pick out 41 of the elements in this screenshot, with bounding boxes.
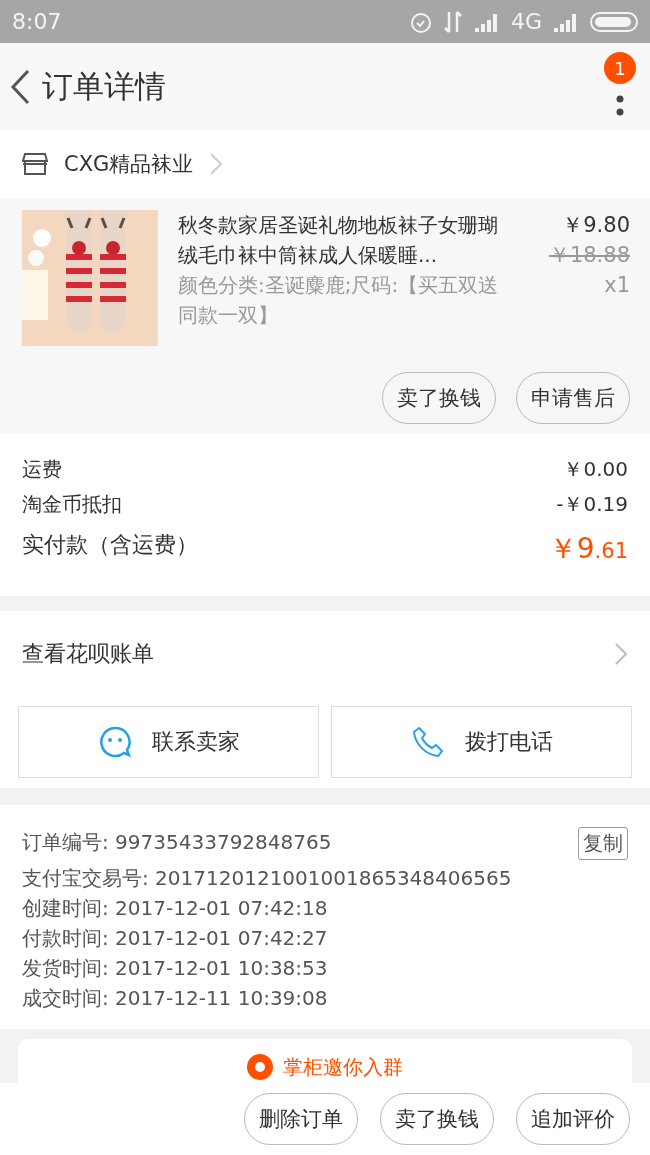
order-info-line: 订单编号: 99735433792848765 [22,829,332,856]
product-price: ￥9.80 [561,212,630,239]
order-info-line: 创建时间: 2017-12-01 07:42:18 [22,895,329,922]
fee-value: -￥0.19 [556,491,628,518]
shop-name[interactable]: CXG精品袜业 [64,150,194,178]
network-type: 4G [510,9,542,34]
action-button[interactable]: 申请售后 [516,372,630,424]
action-button[interactable]: 卖了换钱 [380,1093,494,1145]
total-amount: ￥9.61 [548,531,628,567]
action-button[interactable]: 卖了换钱 [382,372,496,424]
order-info-line: 成交时间: 2017-12-11 10:39:08 [22,985,329,1012]
quantity: x1 [603,272,630,299]
order-info-line: 支付宝交易号: 2017120121001001865348406565 [22,865,513,892]
product-title[interactable]: 秋冬款家居圣诞礼物地板袜子女珊瑚绒毛巾袜中筒袜成人保暖睡... [178,210,510,270]
clock-time: 8:07 [12,9,62,34]
battery-icon [590,11,638,32]
contact-button[interactable]: 联系卖家 [18,706,319,778]
chevron-right-icon [614,641,628,666]
page-title: 订单详情 [42,66,167,106]
fee-value: ￥0.00 [563,456,628,483]
original-price: ￥18.88 [547,242,630,269]
fee-label: 实付款（含运费） [22,531,198,559]
order-info-line: 付款时间: 2017-12-01 07:42:27 [22,925,329,952]
chevron-right-icon [209,152,224,176]
copy-button[interactable]: 复制 [578,827,628,860]
phone-icon [410,725,445,759]
action-button[interactable]: 追加评价 [516,1093,630,1145]
data-arrows-icon [442,9,463,34]
more-icon[interactable] [616,94,624,117]
fee-label: 运费 [22,456,62,483]
product-variant: 颜色分类:圣诞麋鹿;尺码:【买五双送同款一双】 [178,272,500,329]
huabei-link[interactable]: 查看花呗账单 [22,638,154,669]
back-icon[interactable] [10,68,30,105]
action-button[interactable]: 删除订单 [244,1093,358,1145]
group-icon [247,1054,273,1080]
fee-label: 淘金币抵扣 [22,491,122,518]
order-info-line: 发货时间: 2017-12-01 10:38:53 [22,955,329,982]
shop-icon [22,152,48,176]
contact-button[interactable]: 拨打电话 [331,706,632,778]
notification-badge: 1 [604,52,636,84]
chat-icon [97,725,132,759]
